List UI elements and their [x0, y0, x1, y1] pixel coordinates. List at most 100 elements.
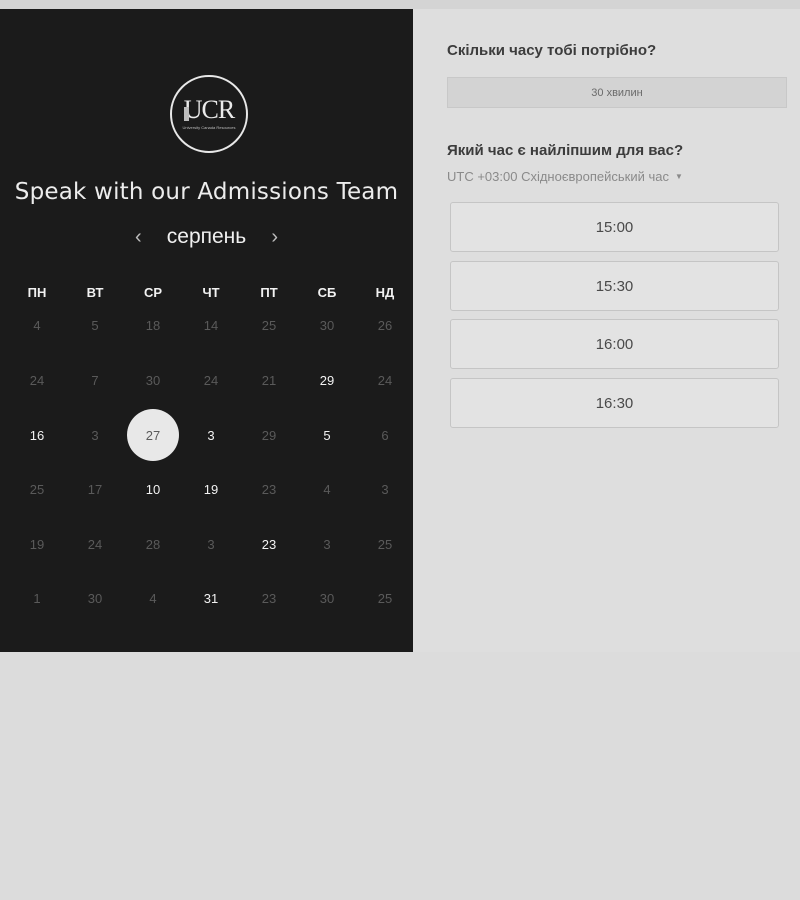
ucr-logo: UCR University Canada Resources — [170, 75, 248, 153]
day-number: 5 — [323, 427, 331, 443]
day-number: 4 — [149, 591, 157, 607]
day-number: 29 — [319, 373, 335, 389]
day-number: 3 — [207, 427, 215, 443]
day-number: 21 — [261, 373, 277, 389]
day-number: 30 — [319, 318, 335, 333]
day-number: 3 — [381, 482, 389, 498]
calendar-day: 6 — [356, 408, 414, 463]
weekday-thu: ЧТ — [202, 285, 220, 300]
timezone-selector[interactable]: UTC +03:00 Східноєвропейський час ▼ — [447, 169, 683, 184]
caret-down-icon: ▼ — [674, 172, 683, 181]
calendar-day: 25 — [240, 299, 298, 354]
day-number: 24 — [29, 373, 45, 389]
weekday-mon: ПН — [27, 285, 47, 300]
calendar-day: 29 — [240, 408, 298, 463]
calendar-day: 30 — [298, 572, 356, 627]
day-number: 24 — [377, 373, 393, 389]
day-number: 4 — [33, 318, 41, 333]
day-number: 29 — [261, 427, 277, 443]
chevron-left-icon[interactable]: ‹ — [126, 226, 150, 249]
day-number: 16 — [29, 427, 45, 443]
calendar-day[interactable]: 19 — [182, 463, 240, 518]
calendar-day: 3 — [356, 463, 414, 518]
day-number: 25 — [377, 536, 393, 552]
month-navigation: ‹ серпень › — [0, 225, 413, 249]
calendar-day: 24 — [66, 517, 124, 572]
calendar-day: 30 — [298, 299, 356, 354]
timeslot-button[interactable]: 16:00 — [450, 319, 779, 369]
calendar-day[interactable]: 23 — [240, 517, 298, 572]
calendar-day: 30 — [124, 354, 182, 409]
day-number: 31 — [203, 591, 219, 607]
day-number: 6 — [381, 427, 389, 443]
calendar-day: 18 — [124, 299, 182, 354]
time-question: Який час є найліпшим для вас? — [447, 142, 684, 159]
calendar-day: 5 — [66, 299, 124, 354]
calendar-day: 3 — [66, 408, 124, 463]
day-number: 23 — [261, 536, 277, 552]
calendar-day[interactable]: 31 — [182, 572, 240, 627]
day-number: 14 — [203, 318, 219, 333]
calendar-day: 25 — [8, 463, 66, 518]
calendar-day: 17 — [66, 463, 124, 518]
day-number: 10 — [145, 482, 161, 498]
day-number: 18 — [145, 318, 161, 333]
calendar-day: 3 — [182, 517, 240, 572]
day-number: 25 — [29, 482, 45, 498]
calendar-day: 3 — [298, 517, 356, 572]
calendar-day[interactable]: 29 — [298, 354, 356, 409]
chevron-right-icon[interactable]: › — [263, 226, 287, 249]
calendar-day: 30 — [66, 572, 124, 627]
day-number: 24 — [203, 373, 219, 389]
top-bar — [0, 0, 800, 9]
day-number: 17 — [87, 482, 103, 498]
day-number: 30 — [87, 591, 103, 607]
calendar-day: 25 — [356, 517, 414, 572]
weekday-sun: НД — [375, 285, 395, 300]
day-number: 23 — [261, 591, 277, 607]
duration-question: Скільки часу тобі потрібно? — [447, 42, 657, 59]
calendar-day: 26 — [356, 299, 414, 354]
page-title: Speak with our Admissions Team — [14, 179, 399, 205]
day-number: 30 — [145, 373, 161, 389]
day-number: 19 — [29, 536, 45, 552]
day-number: 1 — [33, 591, 41, 607]
calendar-day: 24 — [8, 354, 66, 409]
day-number: 28 — [145, 536, 161, 552]
timezone-label: UTC +03:00 Східноєвропейський час — [447, 169, 669, 184]
calendar-day[interactable]: 10 — [124, 463, 182, 518]
calendar-day: 7 — [66, 354, 124, 409]
day-number: 3 — [207, 536, 215, 552]
day-number: 7 — [91, 373, 99, 389]
weekday-wed: СР — [143, 285, 163, 300]
day-number: 23 — [261, 482, 277, 498]
day-number: 19 — [203, 482, 219, 498]
calendar-day: 14 — [182, 299, 240, 354]
calendar-day: 21 — [240, 354, 298, 409]
duration-select[interactable]: 30 хвилин — [447, 77, 787, 108]
calendar-panel: UCR University Canada Resources Speak wi… — [0, 9, 413, 652]
calendar-day[interactable]: 27 — [124, 408, 182, 463]
calendar-day: 4 — [298, 463, 356, 518]
calendar-day[interactable]: 5 — [298, 408, 356, 463]
calendar-day[interactable]: 3 — [182, 408, 240, 463]
timeslot-button[interactable]: 15:30 — [450, 261, 779, 311]
calendar-day: 24 — [182, 354, 240, 409]
calendar-day: 25 — [356, 572, 414, 627]
calendar-grid: 4 5 18 14 25 30 26 24 7 30 24 21 29 24 16 3 27 3 29 5 6 25 17 1… — [8, 299, 413, 626]
day-number: 26 — [377, 318, 393, 333]
calendar-day[interactable]: 16 — [8, 408, 66, 463]
calendar-day: 4 — [124, 572, 182, 627]
weekday-sat: СБ — [317, 285, 337, 300]
day-number: 24 — [87, 536, 103, 552]
weekday-tue: ВТ — [86, 285, 104, 300]
timeslot-button[interactable]: 15:00 — [450, 202, 779, 252]
calendar-day: 24 — [356, 354, 414, 409]
day-number: 25 — [261, 318, 277, 333]
day-number: 30 — [319, 591, 335, 607]
timeslot-button[interactable]: 16:30 — [450, 378, 779, 428]
logo-text: UCR — [183, 95, 235, 124]
weekday-header: ПН ВТ СР ЧТ ПТ СБ НД — [8, 285, 413, 300]
calendar-day: 19 — [8, 517, 66, 572]
logo-subtitle: University Canada Resources — [182, 125, 236, 130]
